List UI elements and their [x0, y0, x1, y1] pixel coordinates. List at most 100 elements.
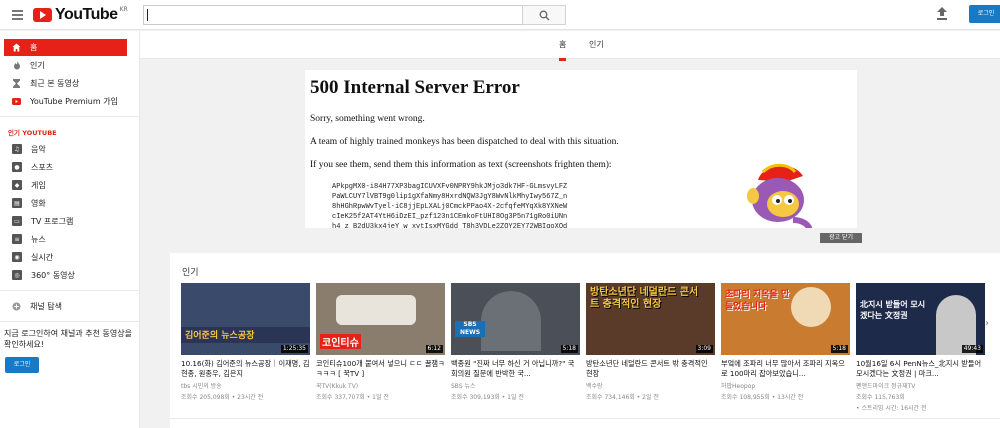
- channel-name[interactable]: tbs 시민의 방송: [181, 381, 310, 390]
- menu-icon[interactable]: [12, 10, 23, 20]
- youtube-play-icon: [33, 8, 52, 22]
- channel-name[interactable]: 허팝Heopop: [721, 381, 850, 390]
- hourglass-icon: [12, 78, 21, 88]
- next-shelf: [170, 418, 1000, 428]
- sidebar-item-movies[interactable]: ▤ 영화: [0, 194, 139, 212]
- sidebar-divider: [0, 116, 139, 117]
- channel-name[interactable]: 펜앤드마이크 정규재TV: [856, 381, 985, 390]
- flame-icon: [12, 60, 21, 70]
- tab-home[interactable]: 홈: [559, 39, 567, 61]
- sidebar-item-label: 게임: [31, 180, 46, 190]
- video-title[interactable]: 부엌에 조파리 너무 많아서 조파리 지옥으로 100마리 잡아보았습니...: [721, 359, 850, 379]
- ad-frame: 500 Internal Server Error Sorry, somethi…: [305, 70, 857, 228]
- feed-tabs: 홈 인기: [140, 31, 1000, 61]
- sidebar-item-premium[interactable]: YouTube Premium 가입: [0, 92, 139, 110]
- sidebar-divider: [0, 321, 139, 322]
- sidebar-item-label: 스포츠: [31, 162, 54, 172]
- sidebar-item-live[interactable]: ◉ 실시간: [0, 248, 139, 266]
- youtube-icon: [12, 97, 21, 106]
- shelf-title: 인기: [182, 268, 199, 278]
- shelf-next-arrow-icon[interactable]: ›: [985, 318, 989, 329]
- live-icon: ◉: [12, 252, 22, 262]
- video-duration: 49:43: [961, 345, 983, 353]
- video-duration: 5:18: [560, 345, 578, 353]
- video-duration: 6:12: [425, 345, 443, 353]
- sidebar-item-history[interactable]: 최근 본 동영상: [0, 74, 139, 92]
- error-message: A team of highly trained monkeys has bee…: [310, 137, 619, 147]
- video-duration: 5:18: [830, 345, 848, 353]
- sidebar-item-home[interactable]: 홈: [4, 39, 127, 56]
- sidebar-item-tv-shows[interactable]: ▭ TV 프로그램: [0, 212, 139, 230]
- video-title[interactable]: 10.16(화) 김어준의 뉴스공장｜이재명, 김현종, 원종우, 김은지: [181, 359, 310, 379]
- music-icon: ♫: [12, 144, 22, 154]
- tab-trending[interactable]: 인기: [589, 39, 604, 50]
- sidebar-login-button[interactable]: 로그인: [5, 357, 39, 373]
- monkey-illustration: [747, 163, 813, 228]
- thumbnail-text: 코인티슈: [320, 334, 361, 349]
- popular-shelf: 인기 김어준의 뉴스공장 1:25:35 10.16(화) 김어준의 뉴스공장｜…: [170, 253, 1000, 428]
- login-button[interactable]: 로그인: [969, 5, 1000, 23]
- error-title: 500 Internal Server Error: [310, 77, 520, 98]
- sidebar-item-360-video[interactable]: ◎ 360° 동영상: [0, 266, 139, 284]
- video-title[interactable]: 코인티슈100개 붙여서 넣으니 ㄷㄷ 꿀잼ㅋㅋㅋㅋ [ 꾹TV ]: [316, 359, 445, 379]
- sidebar-item-label: YouTube Premium 가입: [30, 96, 118, 106]
- gaming-icon: ◆: [12, 180, 22, 190]
- sidebar-item-browse-channels[interactable]: 채널 탐색: [0, 297, 139, 315]
- video-title[interactable]: 백종원 "진짜 너무 하신 거 아닙니까?" 국회의원 질문에 반박한 국...: [451, 359, 580, 379]
- error-code: APkpgMX0-i84H77XP3bagICUVXFv0NPRY9hkJMjo…: [332, 183, 568, 228]
- sidebar-item-gaming[interactable]: ◆ 게임: [0, 176, 139, 194]
- video-title[interactable]: 방탄소년단 네덜란드 콘서트 밖 충격적인 현장: [586, 359, 715, 379]
- video-meta: 조회수 108,955회 • 13시간 전: [721, 394, 804, 401]
- close-ad-button[interactable]: 광고 닫기: [820, 233, 862, 243]
- video-card[interactable]: 초파리 지옥을 만들었습니다 5:18 부엌에 조파리 너무 많아서 조파리 지…: [721, 283, 850, 401]
- sports-icon: ●: [12, 162, 22, 172]
- search-input[interactable]: [143, 5, 523, 25]
- search-button[interactable]: [522, 5, 566, 25]
- sidebar-item-label: 최근 본 동영상: [30, 78, 80, 88]
- channel-name[interactable]: SBS 뉴스: [451, 381, 580, 390]
- sidebar-item-label: 360° 동영상: [31, 270, 75, 280]
- sidebar-item-trending[interactable]: 인기: [0, 56, 139, 74]
- error-message: Sorry, something went wrong.: [310, 114, 425, 124]
- upload-icon[interactable]: [936, 7, 948, 20]
- region-label: KR: [119, 6, 128, 13]
- video-duration: 3:09: [695, 345, 713, 353]
- channel-name[interactable]: 꾹TV(Kkuk TV): [316, 381, 445, 390]
- video-meta: 조회수 734,146회 • 2일 전: [586, 394, 659, 401]
- video-card[interactable]: SBS NEWS 5:18 백종원 "진짜 너무 하신 거 아닙니까?" 국회의…: [451, 283, 580, 401]
- video-card[interactable]: 방탄소년단 네덜란드 콘서트 충격적인 현장 3:09 방탄소년단 네덜란드 콘…: [586, 283, 715, 401]
- youtube-logo[interactable]: YouTube KR: [33, 5, 128, 25]
- video-title[interactable]: 10월16일 6시 PenN뉴스_北지시 받들어 모시겠다는 文정권 | 마크.…: [856, 359, 985, 379]
- video-thumbnail[interactable]: 北지시 받들어 모시겠다는 文정권 49:43: [856, 283, 985, 355]
- video-thumbnail[interactable]: SBS NEWS 5:18: [451, 283, 580, 355]
- thumbnail-text: 김어준의 뉴스공장: [185, 331, 255, 341]
- add-circle-icon: [12, 302, 21, 311]
- video-meta: 조회수 309,193회 • 1일 전: [451, 394, 524, 401]
- sidebar-item-sports[interactable]: ● 스포츠: [0, 158, 139, 176]
- sidebar-item-news[interactable]: ≡ 뉴스: [0, 230, 139, 248]
- top-bar: YouTube KR 로그인: [0, 0, 1000, 30]
- video-card[interactable]: 김어준의 뉴스공장 1:25:35 10.16(화) 김어준의 뉴스공장｜이재명…: [181, 283, 310, 401]
- video-card[interactable]: 北지시 받들어 모시겠다는 文정권 49:43 10월16일 6시 PenN뉴스…: [856, 283, 985, 412]
- video-thumbnail[interactable]: 코인티슈 6:12: [316, 283, 445, 355]
- video-meta: 조회수 115,763회: [856, 394, 905, 401]
- channel-name[interactable]: 백수랑: [586, 381, 715, 390]
- video-meta: 조회수 205,098회 • 23시간 전: [181, 394, 264, 401]
- sidebar: 홈 인기 최근 본 동영상 YouTube Premium 가입 인기 YOUT…: [0, 31, 140, 428]
- search-icon: [539, 10, 550, 21]
- logo-text: YouTube: [55, 6, 118, 23]
- sidebar-item-label: 채널 탐색: [30, 301, 62, 311]
- sidebar-item-music[interactable]: ♫ 음악: [0, 140, 139, 158]
- video-card[interactable]: 코인티슈 6:12 코인티슈100개 붙여서 넣으니 ㄷㄷ 꿀잼ㅋㅋㅋㅋ [ 꾹…: [316, 283, 445, 401]
- video-thumbnail[interactable]: 초파리 지옥을 만들었습니다 5:18: [721, 283, 850, 355]
- film-icon: ▤: [12, 198, 22, 208]
- thumbnail-text: 초파리 지옥을 만들었습니다: [725, 290, 790, 312]
- sidebar-item-label: 홈: [30, 43, 38, 52]
- sidebar-section-title: 인기 YOUTUBE: [8, 129, 57, 137]
- video-thumbnail[interactable]: 방탄소년단 네덜란드 콘서트 충격적인 현장 3:09: [586, 283, 715, 355]
- video-meta: • 스트리밍 시간: 16시간 전: [856, 405, 927, 412]
- video-meta: 조회수 337,707회 • 1일 전: [316, 394, 389, 401]
- video-duration: 1:25:35: [280, 345, 308, 353]
- error-message: If you see them, send them this informat…: [310, 160, 612, 170]
- video-thumbnail[interactable]: 김어준의 뉴스공장 1:25:35: [181, 283, 310, 355]
